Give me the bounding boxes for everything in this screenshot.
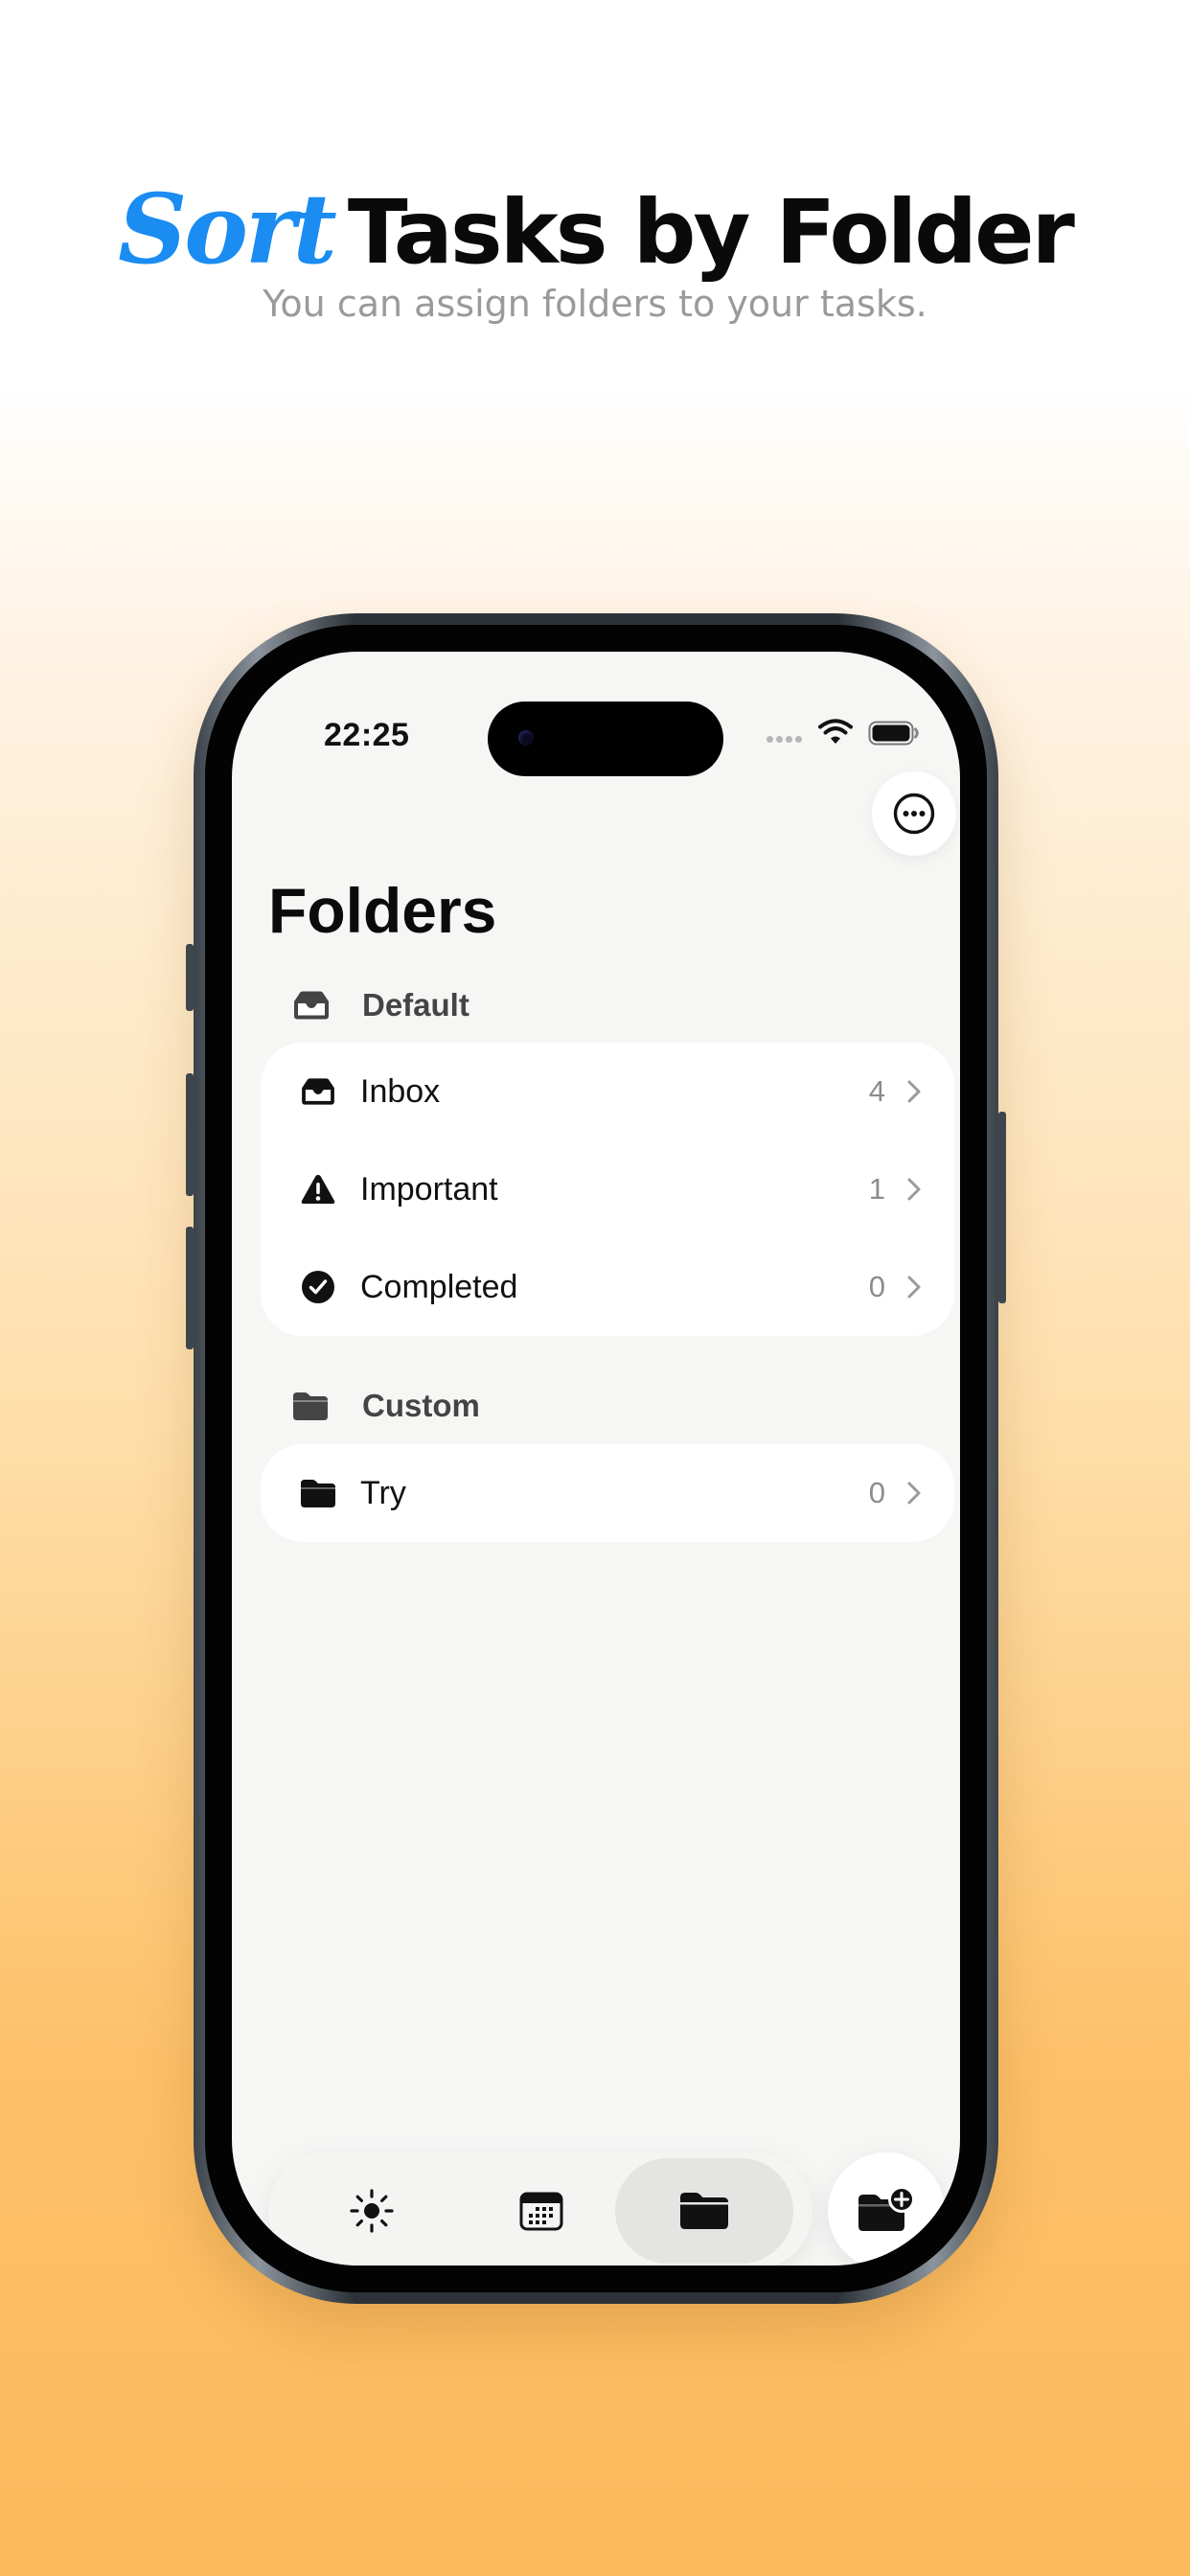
- volume-down-button: [186, 1227, 194, 1349]
- checkmark-circle-icon: [299, 1268, 337, 1306]
- folder-count: 0: [868, 1270, 885, 1303]
- status-time: 22:25: [324, 717, 410, 753]
- wifi-icon: [818, 719, 853, 750]
- section-header-default: Default: [291, 986, 469, 1024]
- headline-subtitle: You can assign folders to your tasks.: [263, 283, 927, 325]
- folder-label: Important: [360, 1170, 498, 1208]
- folder-row-important[interactable]: Important 1: [261, 1140, 954, 1238]
- cellular-signal-icon: [767, 736, 805, 744]
- warning-triangle-icon: [299, 1170, 337, 1208]
- folder-row-inbox[interactable]: Inbox 4: [261, 1043, 954, 1140]
- add-folder-button[interactable]: [828, 2152, 945, 2266]
- dynamic-island: [488, 702, 723, 776]
- sun-icon: [350, 2189, 394, 2233]
- section-header-custom: Custom: [291, 1387, 480, 1425]
- phone-frame: 22:25 Folders Default Inbox 4 Important …: [186, 613, 1006, 2304]
- tab-folders[interactable]: [615, 2158, 793, 2264]
- action-button: [186, 944, 194, 1011]
- default-folders-card: Inbox 4 Important 1 Completed 0: [261, 1043, 954, 1336]
- ellipsis-circle-icon: [893, 793, 935, 835]
- power-button: [998, 1112, 1006, 1303]
- more-options-button[interactable]: [872, 771, 956, 856]
- battery-icon: [868, 721, 920, 750]
- chevron-right-icon: [906, 1275, 922, 1300]
- folder-label: Inbox: [360, 1072, 441, 1110]
- folder-add-icon: [858, 2187, 915, 2231]
- chevron-right-icon: [906, 1177, 922, 1202]
- page-title: Folders: [268, 875, 497, 946]
- folder-icon: [291, 1391, 333, 1421]
- phone-screen: 22:25 Folders Default Inbox 4 Important …: [232, 652, 960, 2266]
- headline-text: Tasks by Folder: [347, 181, 1075, 284]
- chevron-right-icon: [906, 1481, 922, 1506]
- tab-today[interactable]: [283, 2158, 461, 2264]
- phone-bezel: 22:25 Folders Default Inbox 4 Important …: [205, 625, 987, 2292]
- folder-icon: [680, 2193, 728, 2229]
- custom-folders-card: Try 0: [261, 1444, 954, 1542]
- section-label-custom: Custom: [362, 1388, 480, 1423]
- folder-count: 0: [868, 1476, 885, 1509]
- folder-icon: [299, 1474, 337, 1512]
- folder-label: Try: [360, 1474, 406, 1511]
- chevron-right-icon: [906, 1079, 922, 1104]
- section-label-default: Default: [362, 987, 469, 1023]
- volume-up-button: [186, 1073, 194, 1196]
- tab-calendar[interactable]: [452, 2158, 630, 2264]
- camera-icon: [518, 730, 534, 746]
- tray-icon: [291, 990, 333, 1021]
- folder-row-completed[interactable]: Completed 0: [261, 1238, 954, 1336]
- tray-icon: [299, 1072, 337, 1111]
- headline: Sort Tasks by Folder: [0, 172, 1190, 286]
- tab-bar: [268, 2152, 812, 2266]
- folder-count: 4: [868, 1074, 885, 1108]
- folder-label: Completed: [360, 1268, 518, 1305]
- calendar-icon: [519, 2192, 563, 2231]
- folder-row-try[interactable]: Try 0: [261, 1444, 954, 1542]
- headline-accent: Sort: [118, 172, 337, 286]
- folder-count: 1: [868, 1172, 885, 1206]
